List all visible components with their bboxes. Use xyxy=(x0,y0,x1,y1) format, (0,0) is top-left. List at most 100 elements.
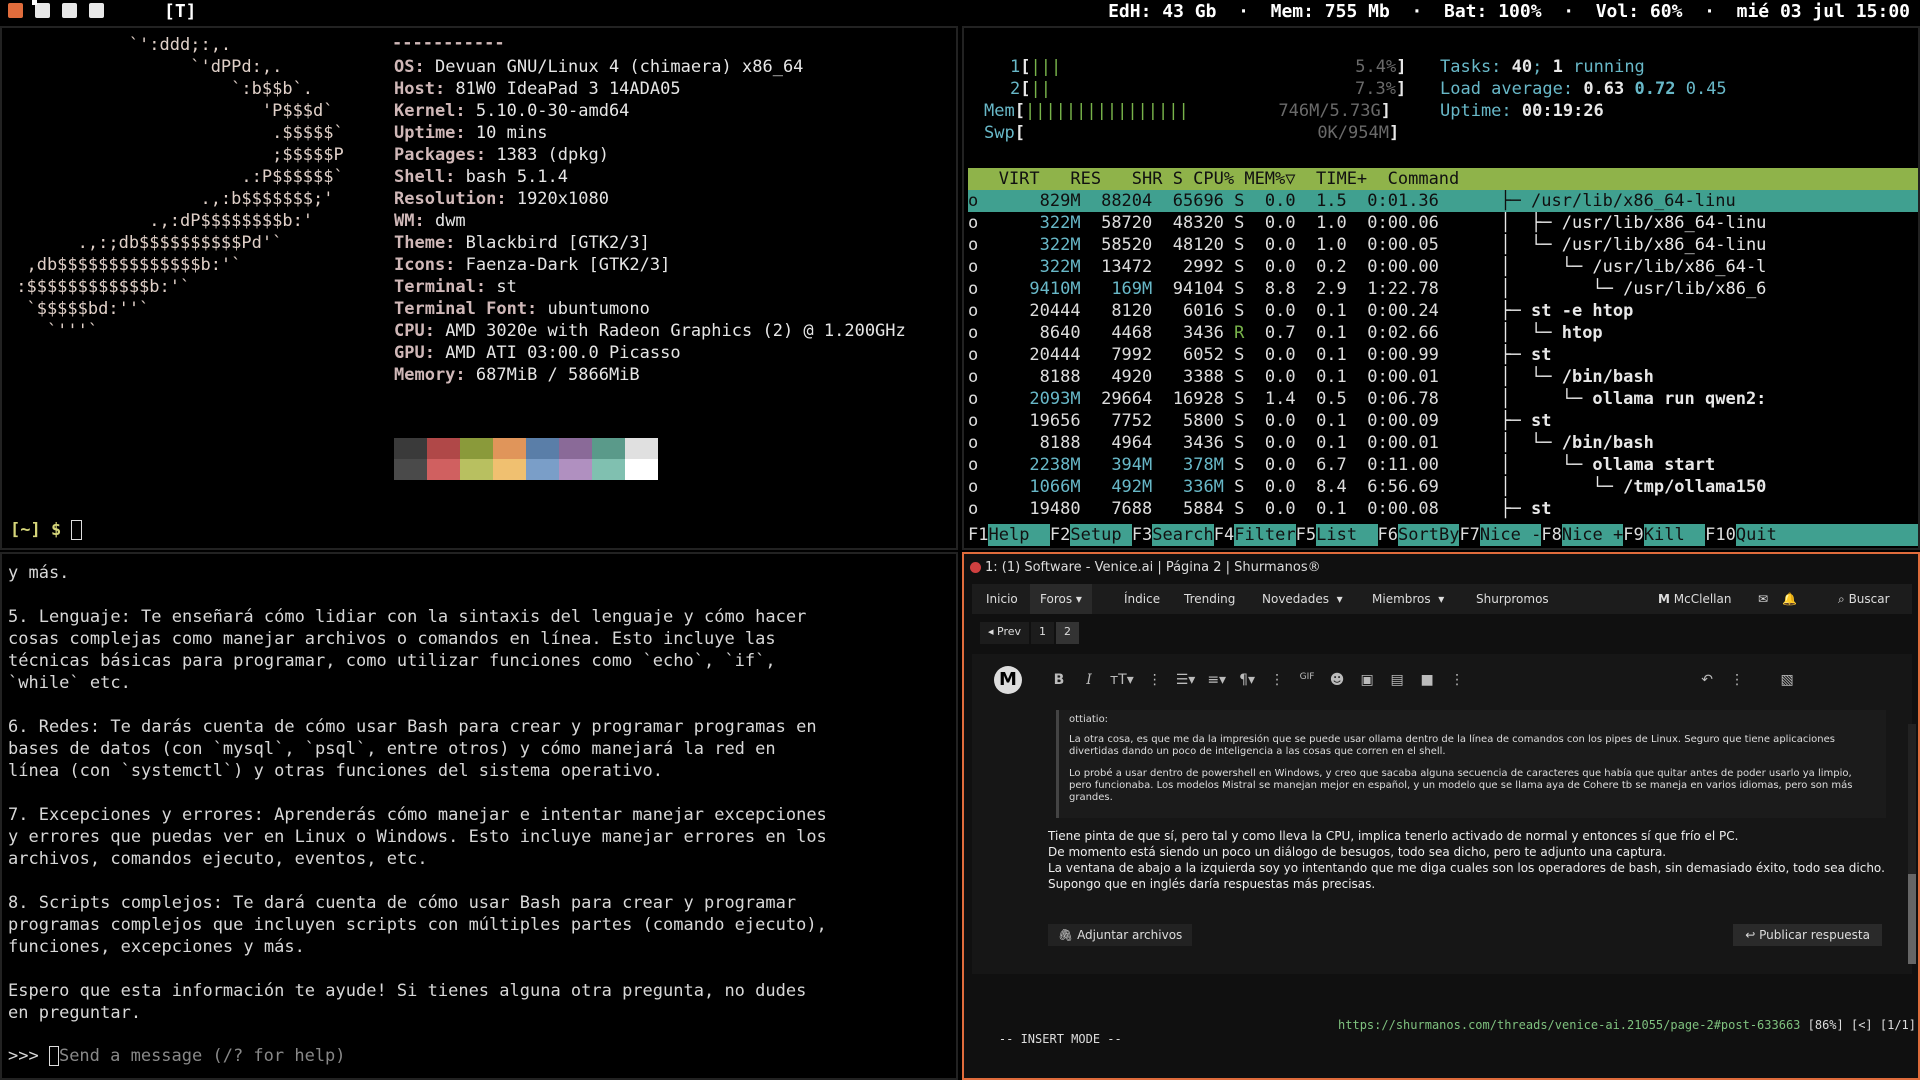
fkey-label[interactable]: Help xyxy=(988,524,1049,546)
nav-user[interactable]: M McClellan xyxy=(1658,592,1731,606)
fkey-f2[interactable]: F2 xyxy=(1049,524,1071,546)
process-row[interactable]: o 322M 58720 48320 S 0.0 1.0 0:00.06 │ ├… xyxy=(968,212,1918,234)
undo-button[interactable]: ↶ xyxy=(1698,672,1716,692)
text-size-button[interactable]: тT▾ xyxy=(1110,672,1134,692)
bell-icon[interactable]: 🔔 xyxy=(1782,592,1797,606)
image-button[interactable]: ▣ xyxy=(1358,672,1376,692)
process-row[interactable]: o 20444 7992 6052 S 0.0 0.1 0:00.99 ├─ s… xyxy=(968,344,1918,366)
process-row[interactable]: o 2093M 29664 16928 S 1.4 0.5 0:06.78 │ … xyxy=(968,388,1918,410)
fkey-label[interactable]: Nice + xyxy=(1562,524,1623,546)
video-button[interactable]: ■ xyxy=(1418,672,1436,692)
process-list[interactable]: o 829M 88204 65696 S 0.0 1.5 0:01.36 ├─ … xyxy=(968,190,1918,520)
fkey-f3[interactable]: F3 xyxy=(1131,524,1153,546)
process-state: S xyxy=(1223,477,1245,497)
tag-2[interactable] xyxy=(32,0,50,18)
process-row[interactable]: o 8188 4964 3436 S 0.0 0.1 0:00.01 │ └─ … xyxy=(968,432,1918,454)
italic-button[interactable]: I xyxy=(1080,672,1098,692)
emoji-button[interactable]: ☻ xyxy=(1328,672,1346,692)
pager-page-2[interactable]: 2 xyxy=(1056,622,1080,644)
process-shr: 5884 xyxy=(1152,499,1224,519)
publish-reply-label: Publicar respuesta xyxy=(1759,928,1870,942)
neofetch-terminal[interactable]: `':ddd;:,. `'dPPd:,. `:b$$b`. 'P$$$d` .$… xyxy=(0,26,958,550)
process-row[interactable]: o 2238M 394M 378M S 0.0 6.7 0:11.00 │ └─… xyxy=(968,454,1918,476)
process-row[interactable]: o 8188 4920 3388 S 0.0 0.1 0:00.01 │ └─ … xyxy=(968,366,1918,388)
fkey-f9[interactable]: F9 xyxy=(1623,524,1644,546)
process-row[interactable]: o 19480 7688 5884 S 0.0 0.1 0:00.08 ├─ s… xyxy=(968,498,1918,520)
fkey-f4[interactable]: F4 xyxy=(1213,524,1235,546)
nav-foros[interactable]: Foros ▾ xyxy=(1030,584,1092,614)
gif-button[interactable]: GIF xyxy=(1298,672,1316,692)
process-time: 0:00.05 xyxy=(1346,235,1439,255)
fkey-f1[interactable]: F1 xyxy=(968,524,989,546)
more-options-icon[interactable]: ⋮ xyxy=(1146,672,1164,692)
more-options-icon[interactable]: ⋮ xyxy=(1728,672,1746,692)
ollama-chat-terminal[interactable]: y más. 5. Lenguaje: Te enseñará cómo lid… xyxy=(0,552,958,1080)
fkey-f6[interactable]: F6 xyxy=(1377,524,1399,546)
tag-4[interactable] xyxy=(89,3,104,18)
workspace-tags[interactable] xyxy=(8,0,104,18)
info-value: st xyxy=(486,277,517,297)
fkey-label[interactable]: Search xyxy=(1152,524,1213,546)
process-row[interactable]: o 1066M 492M 336M S 0.0 8.4 6:56.69 │ └─… xyxy=(968,476,1918,498)
info-row: Icons: Faenza-Dark [GTK2/3] xyxy=(394,254,670,276)
info-value: 687MiB / 5866MiB xyxy=(465,365,640,385)
reply-text-area[interactable]: Tiene pinta de que sí, pero tal y como l… xyxy=(1048,828,1888,892)
process-row[interactable]: o 322M 58520 48120 S 0.0 1.0 0:00.05 │ └… xyxy=(968,234,1918,256)
fkey-f10[interactable]: F10 xyxy=(1705,524,1736,546)
process-row[interactable]: o 8640 4468 3436 R 0.7 0.1 0:02.66 │ └─ … xyxy=(968,322,1918,344)
function-key-bar[interactable]: F1Help F2Setup F3SearchF4FilterF5List F6… xyxy=(968,524,1918,546)
htop-terminal[interactable]: 1[||| 5.4%] 2[|| 7.3%] Mem[|||||||||||||||… xyxy=(962,26,1920,550)
quote-paragraph-2: Lo probé a usar dentro de powershell en … xyxy=(1069,768,1853,803)
nav-search[interactable]: ⌕ Buscar xyxy=(1838,592,1890,607)
preview-button[interactable]: ▧ xyxy=(1778,672,1796,692)
process-row[interactable]: o 20444 8120 6016 S 0.0 0.1 0:00.24 ├─ s… xyxy=(968,300,1918,322)
media-button[interactable]: ▤ xyxy=(1388,672,1406,692)
page-scrollbar[interactable] xyxy=(1908,724,1916,964)
fkey-label[interactable]: Nice - xyxy=(1480,524,1541,546)
shell-prompt[interactable]: [~] $ xyxy=(10,520,83,540)
nav-trending[interactable]: Trending xyxy=(1184,592,1235,606)
chat-input[interactable]: >>> Send a message (/? for help) xyxy=(8,1046,346,1066)
browser-window[interactable]: 1: (1) Software - Venice.ai | Página 2 |… xyxy=(962,552,1920,1080)
tag-3[interactable] xyxy=(62,3,77,18)
process-table-header[interactable]: VIRT RES SHR S CPU% MEM%▽ TIME+ Command xyxy=(968,168,1918,190)
nav-indice[interactable]: Índice xyxy=(1124,592,1160,606)
attach-files-button[interactable]: 🖇 Adjuntar archivos xyxy=(1048,924,1193,946)
fkey-label[interactable]: Kill xyxy=(1644,524,1705,546)
fkey-label[interactable]: Setup xyxy=(1070,524,1131,546)
nav-shurpromos[interactable]: Shurpromos xyxy=(1476,592,1549,606)
fkey-f8[interactable]: F8 xyxy=(1541,524,1562,546)
bold-button[interactable]: B xyxy=(1050,672,1068,692)
process-row[interactable]: o 829M 88204 65696 S 0.0 1.5 0:01.36 ├─ … xyxy=(968,190,1918,212)
fkey-f5[interactable]: F5 xyxy=(1295,524,1317,546)
process-cmd: │ └─ ollama start xyxy=(1438,455,1716,475)
fkey-label[interactable]: Quit xyxy=(1736,524,1797,546)
fkey-f7[interactable]: F7 xyxy=(1459,524,1480,546)
scrollbar-thumb[interactable] xyxy=(1908,874,1916,964)
fkey-label[interactable]: List xyxy=(1316,524,1377,546)
fkey-label[interactable]: Filter xyxy=(1234,524,1295,546)
layout-indicator[interactable]: [T] xyxy=(164,1,197,22)
mail-icon[interactable]: ✉ xyxy=(1758,592,1768,606)
more-options-icon[interactable]: ⋮ xyxy=(1448,672,1466,692)
align-button[interactable]: ≡▾ xyxy=(1207,672,1226,692)
process-row[interactable]: o 322M 13472 2992 S 0.0 0.2 0:00.00 │ └─… xyxy=(968,256,1918,278)
process-pre: o xyxy=(968,345,979,365)
pager-prev[interactable]: ◂ Prev xyxy=(980,622,1030,644)
fkey-label[interactable]: SortBy xyxy=(1398,524,1459,546)
paragraph-button[interactable]: ¶▾ xyxy=(1238,672,1256,692)
nav-novedades[interactable]: Novedades ▾ xyxy=(1262,592,1343,606)
process-time: 0:00.00 xyxy=(1346,257,1439,277)
list-button[interactable]: ☰▾ xyxy=(1176,672,1196,692)
tag-1[interactable] xyxy=(8,3,23,18)
nav-inicio[interactable]: Inicio xyxy=(986,592,1018,606)
page-url[interactable]: https://shurmanos.com/threads/venice-ai.… xyxy=(1338,1018,1800,1032)
process-row[interactable]: o 19656 7752 5800 S 0.0 0.1 0:00.09 ├─ s… xyxy=(968,410,1918,432)
process-row[interactable]: o 9410M 169M 94104 S 8.8 2.9 1:22.78 │ └… xyxy=(968,278,1918,300)
nav-miembros[interactable]: Miembros ▾ xyxy=(1372,592,1444,606)
process-time: 0:00.06 xyxy=(1346,213,1439,233)
publish-reply-button[interactable]: ↩ Publicar respuesta xyxy=(1733,924,1882,946)
pager-page-1[interactable]: 1 xyxy=(1031,622,1055,644)
more-options-icon[interactable]: ⋮ xyxy=(1268,672,1286,692)
palette-swatch xyxy=(592,459,625,480)
